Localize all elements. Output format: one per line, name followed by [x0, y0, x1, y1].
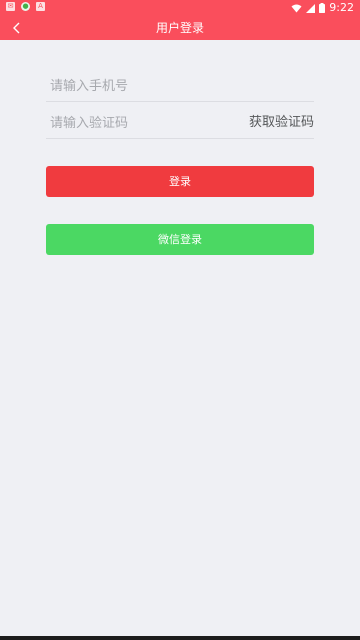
- app-header: ✉ ● A 9:22 用户登录: [0, 0, 360, 40]
- signal-icon: [306, 3, 316, 13]
- phone-field: [46, 68, 314, 102]
- wifi-icon: [291, 4, 302, 12]
- download-icon: A: [36, 2, 45, 11]
- status-time: 9:22: [329, 1, 354, 14]
- message-icon: ✉: [6, 2, 15, 11]
- navigation-bar-edge: [0, 636, 360, 640]
- login-button[interactable]: 登录: [46, 166, 314, 197]
- status-bar: ✉ ● A 9:22: [0, 0, 360, 16]
- page-title: 用户登录: [155, 21, 204, 35]
- app-icon: ●: [21, 2, 30, 11]
- get-code-button[interactable]: 获取验证码: [249, 114, 314, 132]
- code-input[interactable]: [50, 111, 230, 135]
- status-notifications: ✉ ● A: [6, 2, 45, 11]
- wechat-login-button[interactable]: 微信登录: [46, 224, 314, 255]
- code-field: 获取验证码: [46, 105, 314, 139]
- battery-icon: [319, 3, 326, 13]
- status-system: 9:22: [291, 2, 354, 14]
- title-bar: 用户登录: [0, 16, 360, 40]
- phone-input[interactable]: [50, 74, 230, 98]
